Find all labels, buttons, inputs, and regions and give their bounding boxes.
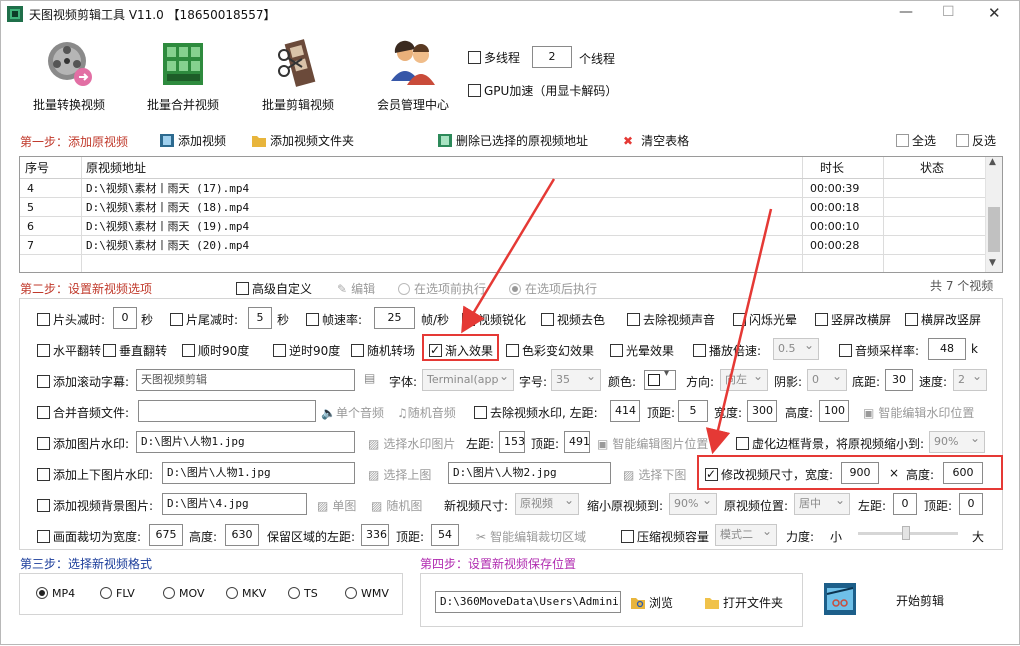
- annotation-arrow-1: [461, 178, 556, 334]
- app-window: 天图视频剪辑工具 V11.0 【18650018557】 — ☐ ✕ 批量转换视…: [0, 0, 1020, 645]
- annotation-arrows: [461, 178, 773, 455]
- annotation-arrow-2: [705, 208, 773, 455]
